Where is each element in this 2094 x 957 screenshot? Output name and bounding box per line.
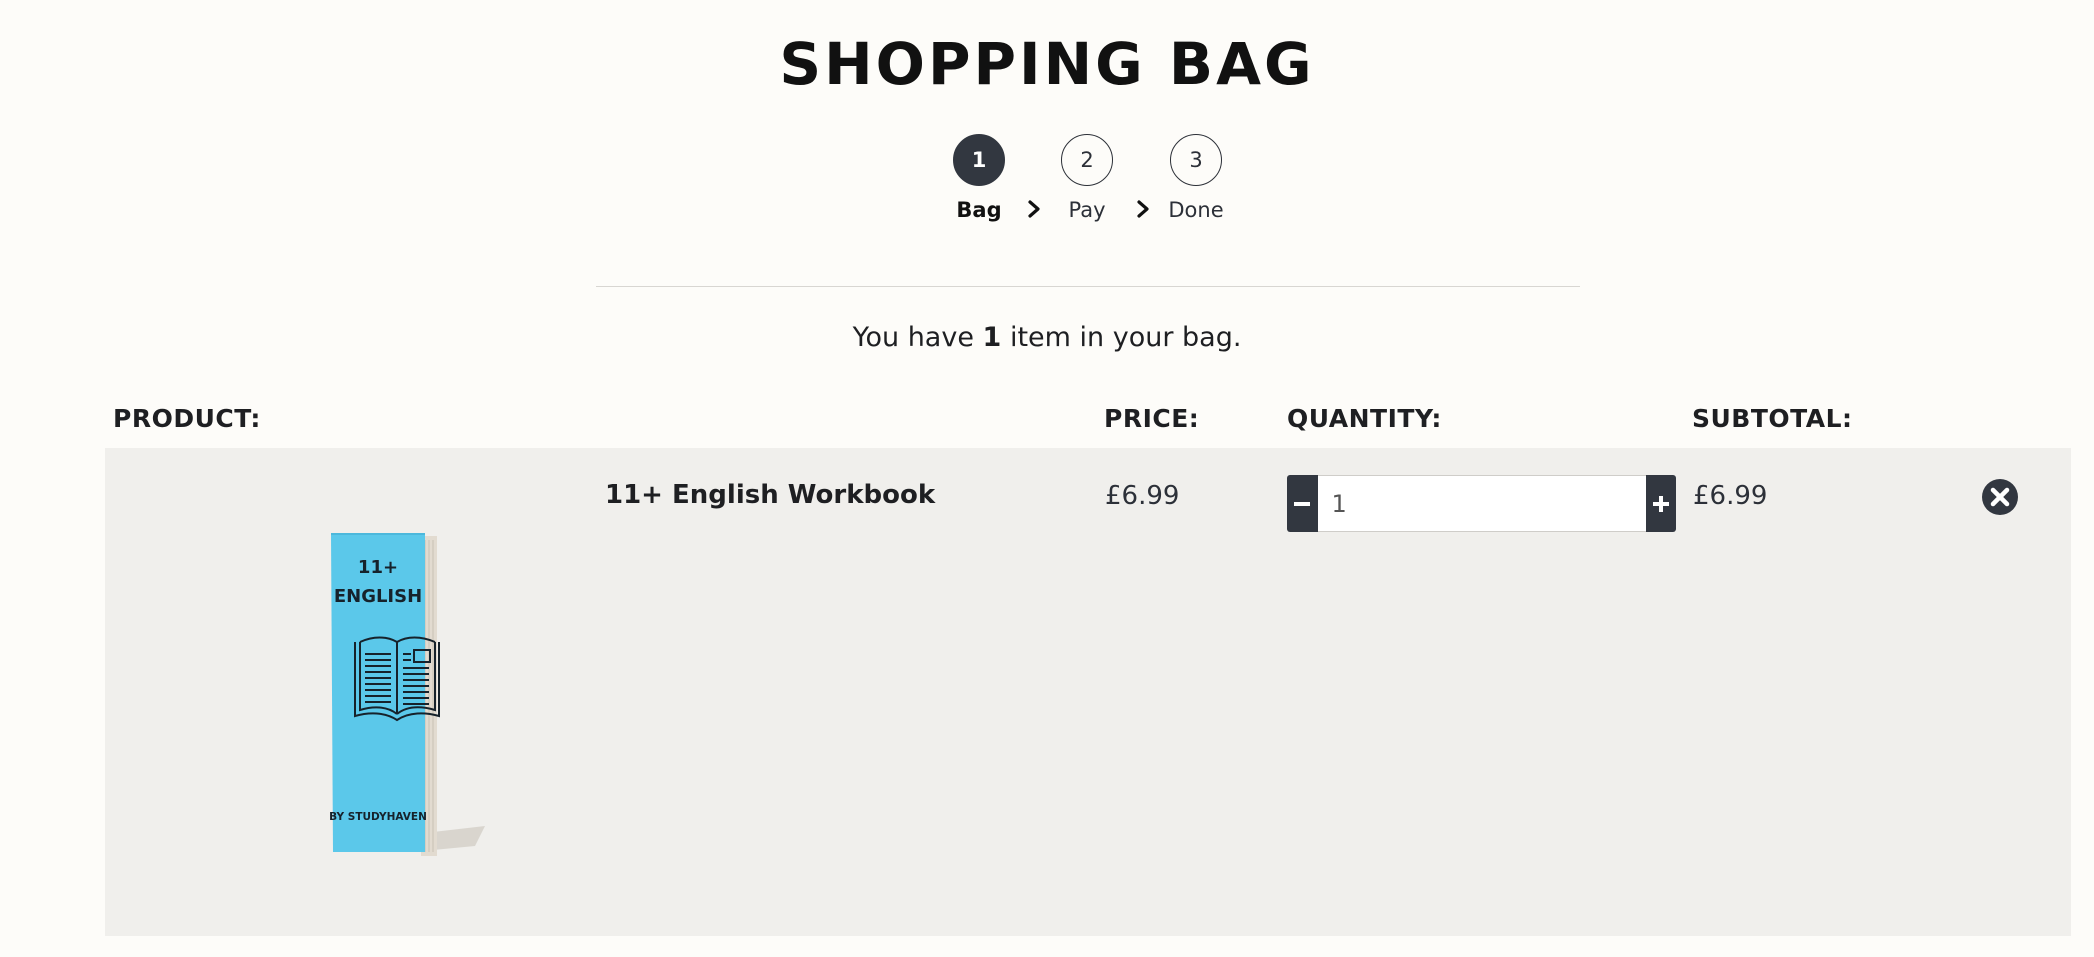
step-1-circle[interactable]: 1: [953, 134, 1005, 186]
item-subtotal: £6.99: [1693, 481, 1768, 511]
cover-title-line1: 11+: [358, 557, 398, 578]
remove-circle-icon[interactable]: [1981, 478, 2019, 516]
bag-item-count: You have 1 item in your bag.: [0, 322, 2094, 353]
bag-count-suffix: item in your bag.: [1009, 322, 1242, 353]
quantity-stepper: [1287, 475, 1676, 532]
step-3-circle[interactable]: 3: [1170, 134, 1222, 186]
bag-count-number: 1: [982, 322, 1002, 353]
bag-item-row: 11+ ENGLISH BY STUDYHAVEN 11+ English Wo…: [105, 448, 2071, 936]
bag-count-prefix: You have: [852, 322, 974, 353]
cover-publisher: BY STUDYHAVEN: [329, 811, 427, 823]
quantity-input[interactable]: [1317, 475, 1646, 532]
product-image[interactable]: 11+ ENGLISH BY STUDYHAVEN: [225, 530, 485, 860]
decrease-quantity-button[interactable]: [1287, 475, 1318, 532]
step-3-label[interactable]: Done: [1146, 198, 1246, 222]
column-header-subtotal: SUBTOTAL:: [1692, 404, 1853, 433]
product-name[interactable]: 11+ English Workbook: [605, 480, 935, 510]
column-header-price: PRICE:: [1104, 404, 1200, 433]
step-2-label[interactable]: Pay: [1037, 198, 1137, 222]
step-2-circle[interactable]: 2: [1061, 134, 1113, 186]
column-header-product: PRODUCT:: [113, 404, 261, 433]
plus-icon: [1652, 495, 1669, 512]
checkout-steps: 1 Bag 2 Pay 3 Done: [0, 0, 2094, 240]
divider: [596, 286, 1580, 287]
column-header-quantity: QUANTITY:: [1287, 404, 1442, 433]
product-price: £6.99: [1105, 481, 1180, 511]
minus-icon: [1294, 501, 1311, 506]
step-1-label[interactable]: Bag: [929, 198, 1029, 222]
increase-quantity-button[interactable]: [1645, 475, 1676, 532]
cover-title-line2: ENGLISH: [334, 586, 422, 607]
